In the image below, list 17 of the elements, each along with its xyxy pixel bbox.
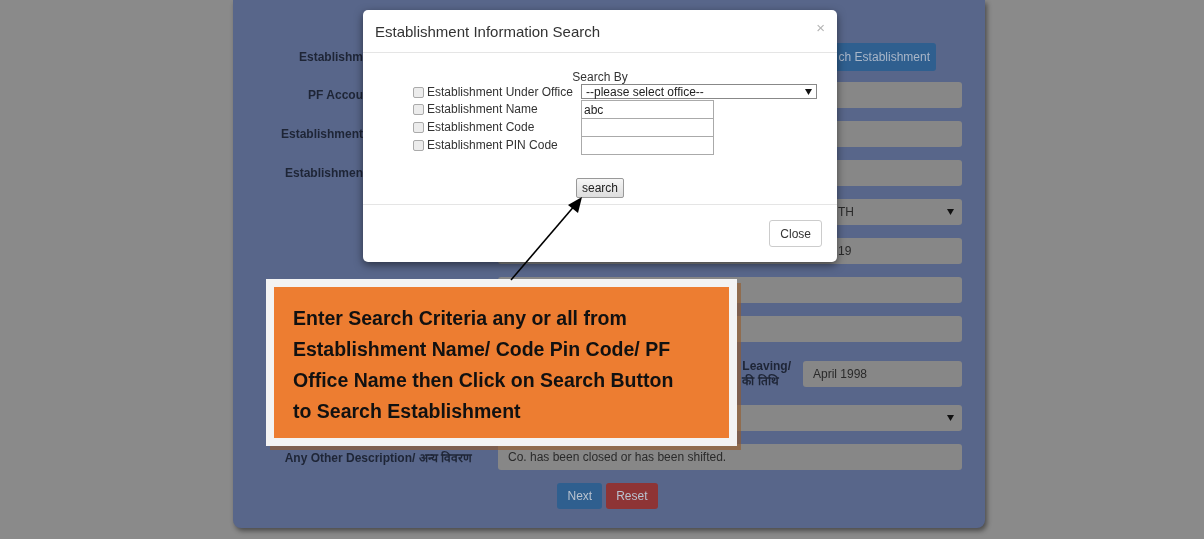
search-by-heading: Search By: [572, 70, 628, 84]
field-label: PF Accou: [308, 88, 363, 102]
criterion-label: Establishment Name: [427, 102, 538, 116]
criterion-label: Establishment Under Office: [427, 85, 573, 99]
dialog-title: Establishment Information Search: [375, 22, 601, 40]
field-value: Co. has been closed or has been shifted.: [508, 450, 727, 464]
field-value: April 1998: [813, 366, 868, 381]
criterion-label: Establishment PIN Code: [427, 138, 558, 152]
field-label: Any Other Description/ अन्य विवरण: [284, 449, 472, 466]
field-value: TH: [838, 205, 854, 219]
field-label: Leaving/ की तिथि: [742, 358, 791, 389]
field-label: Establishm: [298, 50, 363, 64]
field-label: Establishmen: [284, 166, 363, 180]
field-value: 19: [838, 244, 852, 258]
callout-text: Enter Search Criteria any or all from Establishment Name/ Code Pin Code/ PF Office Name then Click on Search Button to Search Establishment: [293, 306, 675, 424]
field-label: Establishment: [280, 127, 363, 141]
criterion-label: Establishment Code: [427, 120, 535, 134]
